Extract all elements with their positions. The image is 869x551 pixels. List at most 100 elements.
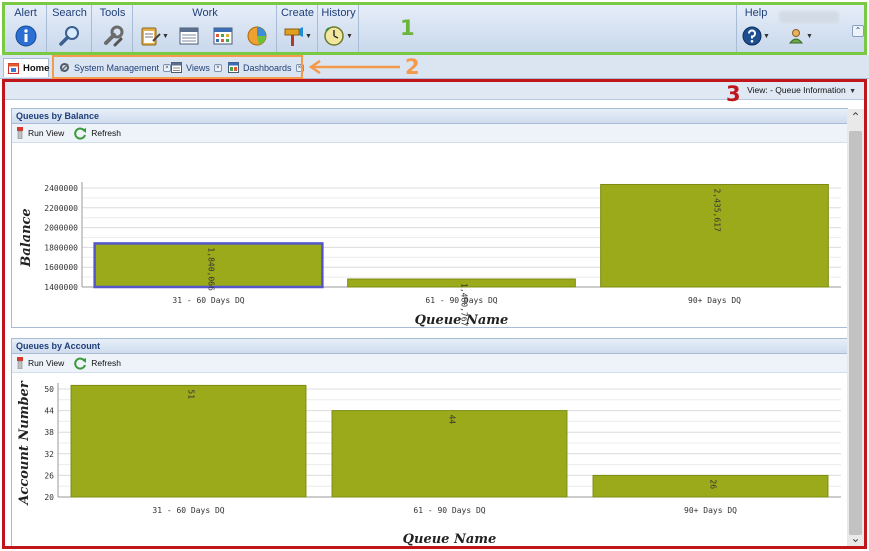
- data-label: 44: [448, 415, 457, 425]
- chevron-down-icon: ▼: [346, 32, 353, 40]
- run-view-button[interactable]: Run View: [16, 357, 64, 369]
- content-region: View: - Queue Information ▼ Queues by Ba…: [2, 79, 867, 549]
- x-tick-label: 61 - 90 Days DQ: [425, 296, 497, 305]
- run-view-label: Run View: [28, 358, 65, 368]
- vertical-scrollbar[interactable]: ⌃ ⌄: [847, 109, 864, 546]
- y-tick-label: 20: [44, 493, 54, 502]
- run-view-icon: [17, 357, 23, 369]
- y-tick-label: 2400000: [44, 184, 78, 193]
- chevron-down-icon: ▼: [763, 32, 770, 40]
- callout-2: 2: [405, 55, 420, 79]
- y-tick-label: 1800000: [44, 243, 78, 252]
- group-title-tools: Tools: [99, 7, 126, 19]
- ribbon-group-create: Create ▼: [278, 5, 318, 52]
- y-tick-label: 38: [44, 428, 54, 437]
- panel-title: Queues by Balance: [12, 109, 847, 124]
- wrench-icon: [104, 25, 124, 47]
- work-chart-button[interactable]: [240, 23, 274, 49]
- callout-3: 3: [726, 82, 741, 106]
- refresh-button[interactable]: Refresh: [74, 357, 121, 370]
- group-title-help: Help: [744, 7, 768, 19]
- refresh-button[interactable]: Refresh: [74, 127, 121, 140]
- tab-home-label: Home: [23, 62, 50, 74]
- run-view-label: Run View: [28, 128, 65, 138]
- tabs-highlight-box: [52, 55, 303, 79]
- group-title-search: Search: [52, 7, 87, 19]
- ribbon-group-search: Search: [48, 5, 92, 52]
- search-button[interactable]: [53, 23, 87, 49]
- tools-button[interactable]: [96, 23, 130, 49]
- run-view-icon: [17, 127, 23, 139]
- tab-home[interactable]: Home: [3, 58, 49, 77]
- y-tick-label: 1600000: [44, 263, 78, 272]
- ribbon-group-work: Work ▼: [134, 5, 277, 52]
- history-button[interactable]: ▼: [321, 23, 355, 49]
- alert-button[interactable]: [9, 23, 43, 49]
- x-tick-label: 61 - 90 Days DQ: [413, 506, 485, 515]
- info-icon: [15, 25, 37, 47]
- x-tick-label: 31 - 60 Days DQ: [172, 296, 244, 305]
- user-name-redacted: [779, 11, 839, 23]
- y-tick-label: 2200000: [44, 204, 78, 213]
- data-label: 2,435,617: [713, 188, 722, 232]
- panel-title: Queues by Account: [12, 339, 847, 354]
- scroll-down-icon[interactable]: ⌄: [847, 530, 864, 546]
- panel-queues-by-account: Queues by Account Run View Refresh 20 26 3…: [11, 338, 848, 547]
- y-tick-label: 2000000: [44, 224, 78, 233]
- refresh-label: Refresh: [91, 358, 121, 368]
- view-selector-label: View: - Queue Information: [747, 85, 846, 95]
- callout-arrow-icon: [308, 60, 400, 74]
- panel-toolbar: Run View Refresh: [12, 354, 847, 373]
- x-tick-label: 31 - 60 Days DQ: [152, 506, 224, 515]
- chevron-down-icon: ▼: [849, 88, 856, 95]
- ribbon-group-alert: Alert: [5, 5, 47, 52]
- chevron-down-icon: ▼: [806, 32, 813, 40]
- chart-account: 20 26 32 38 44 50 51 31 - 60 Days DQ 44 61 - 90 D…: [12, 373, 847, 547]
- chart-account-svg: 20 26 32 38 44 50 51 31 - 60 Days DQ 44 61 - 90 D…: [17, 380, 841, 547]
- y-tick-label: 26: [44, 471, 54, 480]
- ribbon-group-history: History ▼: [319, 5, 359, 52]
- x-tick-label: 90+ Days DQ: [688, 296, 741, 305]
- refresh-label: Refresh: [91, 128, 121, 138]
- view-selector[interactable]: View: - Queue Information ▼: [747, 85, 856, 95]
- ribbon-toolbar: Alert Search Tools Work ▼ Create ▼ Histo…: [2, 2, 867, 55]
- collapse-ribbon-button[interactable]: ⌃: [852, 25, 864, 37]
- pie-icon: [247, 26, 267, 46]
- group-title-alert: Alert: [14, 7, 37, 19]
- chart-balance-svg: 1400000 1600000 1800000 2000000 2200000 24000…: [19, 182, 841, 327]
- ribbon-group-tools: Tools: [93, 5, 133, 52]
- work-calendar-button[interactable]: [206, 23, 240, 49]
- scroll-thumb[interactable]: [849, 131, 862, 535]
- group-title-work: Work: [192, 7, 218, 19]
- chevron-down-icon: ▼: [162, 32, 169, 40]
- create-button[interactable]: ▼: [280, 23, 314, 49]
- refresh-icon: [74, 127, 87, 139]
- scroll-up-icon[interactable]: ⌃: [847, 109, 864, 125]
- home-icon: [8, 62, 19, 74]
- user-menu-button[interactable]: ▼: [783, 23, 817, 49]
- panel-toolbar: Run View Refresh: [12, 124, 847, 143]
- work-list-button[interactable]: [172, 23, 206, 49]
- clipboard-icon: [141, 27, 161, 46]
- run-view-button[interactable]: Run View: [16, 127, 64, 139]
- panel-queues-by-balance: Queues by Balance Run View Refresh 14000…: [11, 108, 848, 328]
- list-icon: [179, 27, 199, 45]
- data-label: 1,840,066: [207, 247, 216, 291]
- clock-icon: [324, 26, 344, 46]
- y-tick-label: 44: [44, 407, 54, 416]
- group-title-create: Create: [280, 7, 315, 19]
- chevron-down-icon: ▼: [305, 32, 312, 40]
- y-axis-title: Account Number: [17, 380, 32, 506]
- x-axis-title: Queue Name: [415, 313, 509, 327]
- group-title-history: History: [321, 7, 356, 19]
- y-axis-title: Balance: [19, 208, 34, 267]
- bar: [70, 384, 307, 498]
- y-tick-label: 1400000: [44, 283, 78, 292]
- x-axis-title: Queue Name: [403, 532, 497, 547]
- refresh-icon: [74, 357, 87, 369]
- magnifier-icon: [59, 26, 79, 46]
- help-button[interactable]: ▼: [739, 23, 773, 49]
- work-clipboard-button[interactable]: ▼: [136, 23, 172, 49]
- calendar-icon: [213, 27, 233, 45]
- y-tick-label: 32: [44, 450, 54, 459]
